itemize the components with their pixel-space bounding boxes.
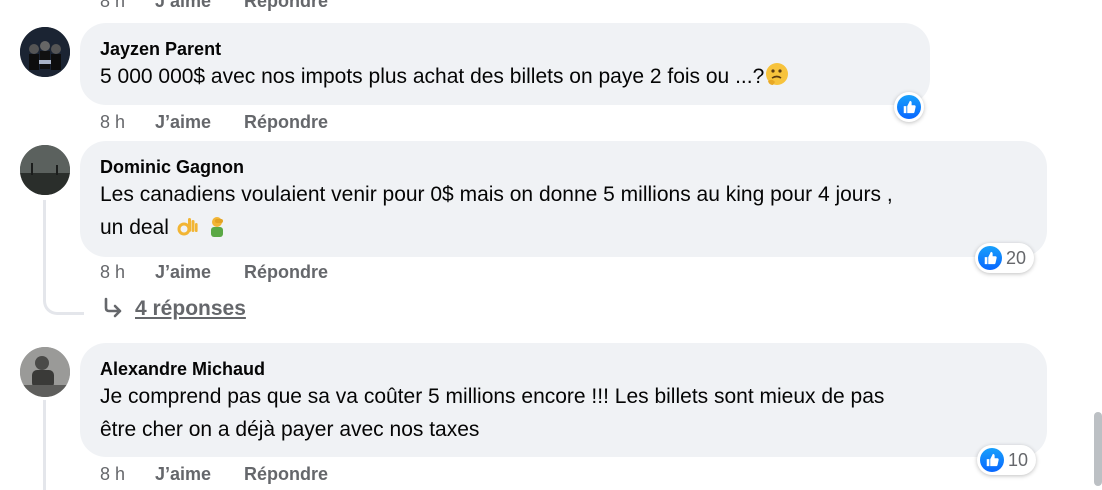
like-reaction-icon xyxy=(980,448,1004,472)
avatar[interactable] xyxy=(20,27,70,77)
comment-text-line-2: un deal xyxy=(100,211,229,248)
reaction-count: 20 xyxy=(1006,247,1027,268)
reaction-count: 10 xyxy=(1008,449,1029,470)
comment-author[interactable]: Jayzen Parent xyxy=(100,39,221,60)
avatar[interactable] xyxy=(20,145,70,195)
timestamp[interactable]: 8 h xyxy=(100,112,125,133)
like-button[interactable]: J’aime xyxy=(155,112,211,133)
view-replies-link[interactable]: 4 réponses xyxy=(135,297,246,321)
reaction-badge[interactable]: 10 xyxy=(977,445,1037,475)
scrollbar[interactable] xyxy=(1094,412,1102,486)
person-facepalming-icon xyxy=(205,214,229,248)
comment-text-line-1: Les canadiens voulaient venir pour 0$ ma… xyxy=(100,183,893,206)
reaction-badge[interactable]: 20 xyxy=(975,243,1035,273)
reply-button[interactable]: Répondre xyxy=(244,464,328,485)
comment-author[interactable]: Alexandre Michaud xyxy=(100,359,265,380)
reaction-badge[interactable] xyxy=(894,92,924,122)
comment-text-line-1: Je comprend pas que sa va coûter 5 milli… xyxy=(100,385,885,408)
comment-text-line-2: être cher on a déjà payer avec nos taxes xyxy=(100,418,480,441)
thread-line xyxy=(43,400,46,490)
reply-button[interactable]: Répondre xyxy=(244,0,328,12)
comment-author[interactable]: Dominic Gagnon xyxy=(100,157,244,178)
timestamp[interactable]: 8 h xyxy=(100,0,125,12)
like-reaction-icon xyxy=(978,246,1002,270)
avatar[interactable] xyxy=(20,347,70,397)
like-button[interactable]: J’aime xyxy=(155,262,211,283)
thread-line xyxy=(43,200,84,315)
like-reaction-icon xyxy=(897,95,921,119)
comment-text: 5 000 000$ avec nos impots plus achat de… xyxy=(100,60,790,97)
reply-button[interactable]: Répondre xyxy=(244,262,328,283)
ok-hand-icon xyxy=(175,214,199,248)
timestamp[interactable]: 8 h xyxy=(100,262,125,283)
timestamp[interactable]: 8 h xyxy=(100,464,125,485)
thinking-face-icon xyxy=(764,61,790,97)
reply-button[interactable]: Répondre xyxy=(244,112,328,133)
like-button[interactable]: J’aime xyxy=(155,464,211,485)
like-button[interactable]: J’aime xyxy=(155,0,211,12)
reply-arrow-icon xyxy=(101,296,125,326)
